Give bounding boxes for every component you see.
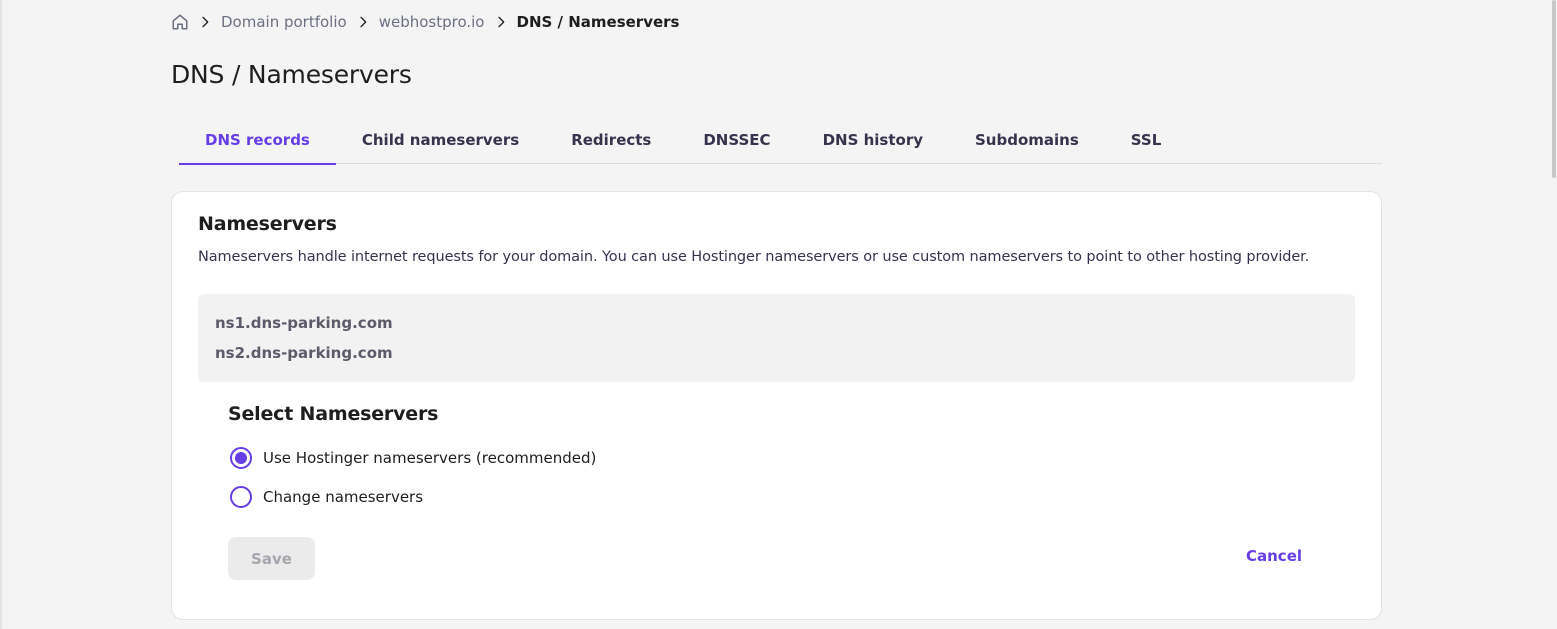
radio-dot: [235, 452, 247, 464]
save-button[interactable]: Save: [228, 537, 315, 580]
nameservers-card: Nameservers Nameservers handle internet …: [171, 191, 1382, 620]
radio-option-change[interactable]: Change nameservers: [230, 486, 423, 508]
home-icon[interactable]: [171, 13, 189, 31]
cancel-button[interactable]: Cancel: [1246, 547, 1302, 565]
nameserver-item: ns1.dns-parking.com: [215, 314, 393, 332]
tab-ssl[interactable]: SSL: [1105, 116, 1188, 164]
nameserver-item: ns2.dns-parking.com: [215, 344, 393, 362]
page-title: DNS / Nameservers: [171, 60, 412, 89]
tab-subdomains[interactable]: Subdomains: [949, 116, 1105, 164]
chevron-right-icon: [493, 14, 509, 30]
tab-dns-records[interactable]: DNS records: [179, 116, 336, 165]
chevron-right-icon: [197, 14, 213, 30]
breadcrumb-domain[interactable]: webhostpro.io: [379, 13, 485, 31]
breadcrumb: Domain portfolio webhostpro.io DNS / Nam…: [171, 12, 680, 32]
breadcrumb-domain-portfolio[interactable]: Domain portfolio: [221, 13, 347, 31]
radio-option-hostinger[interactable]: Use Hostinger nameservers (recommended): [230, 447, 596, 469]
scrollbar-thumb[interactable]: [1552, 0, 1556, 178]
radio-button-selected[interactable]: [230, 447, 252, 469]
radio-label[interactable]: Use Hostinger nameservers (recommended): [263, 449, 596, 467]
tab-redirects[interactable]: Redirects: [545, 116, 677, 164]
current-nameservers-box: ns1.dns-parking.com ns2.dns-parking.com: [198, 294, 1355, 382]
tab-dnssec[interactable]: DNSSEC: [677, 116, 796, 164]
nameservers-title: Nameservers: [198, 213, 337, 235]
window-edge: [0, 0, 2, 629]
chevron-right-icon: [355, 14, 371, 30]
select-nameservers-title: Select Nameservers: [228, 403, 439, 425]
tab-dns-history[interactable]: DNS history: [797, 116, 949, 164]
radio-label[interactable]: Change nameservers: [263, 488, 423, 506]
page-scrollbar[interactable]: [1551, 0, 1557, 629]
tab-bar: DNS records Child nameservers Redirects …: [179, 116, 1382, 165]
nameservers-description: Nameservers handle internet requests for…: [198, 249, 1310, 265]
breadcrumb-current: DNS / Nameservers: [516, 13, 680, 31]
radio-button[interactable]: [230, 486, 252, 508]
tab-child-nameservers[interactable]: Child nameservers: [336, 116, 545, 164]
